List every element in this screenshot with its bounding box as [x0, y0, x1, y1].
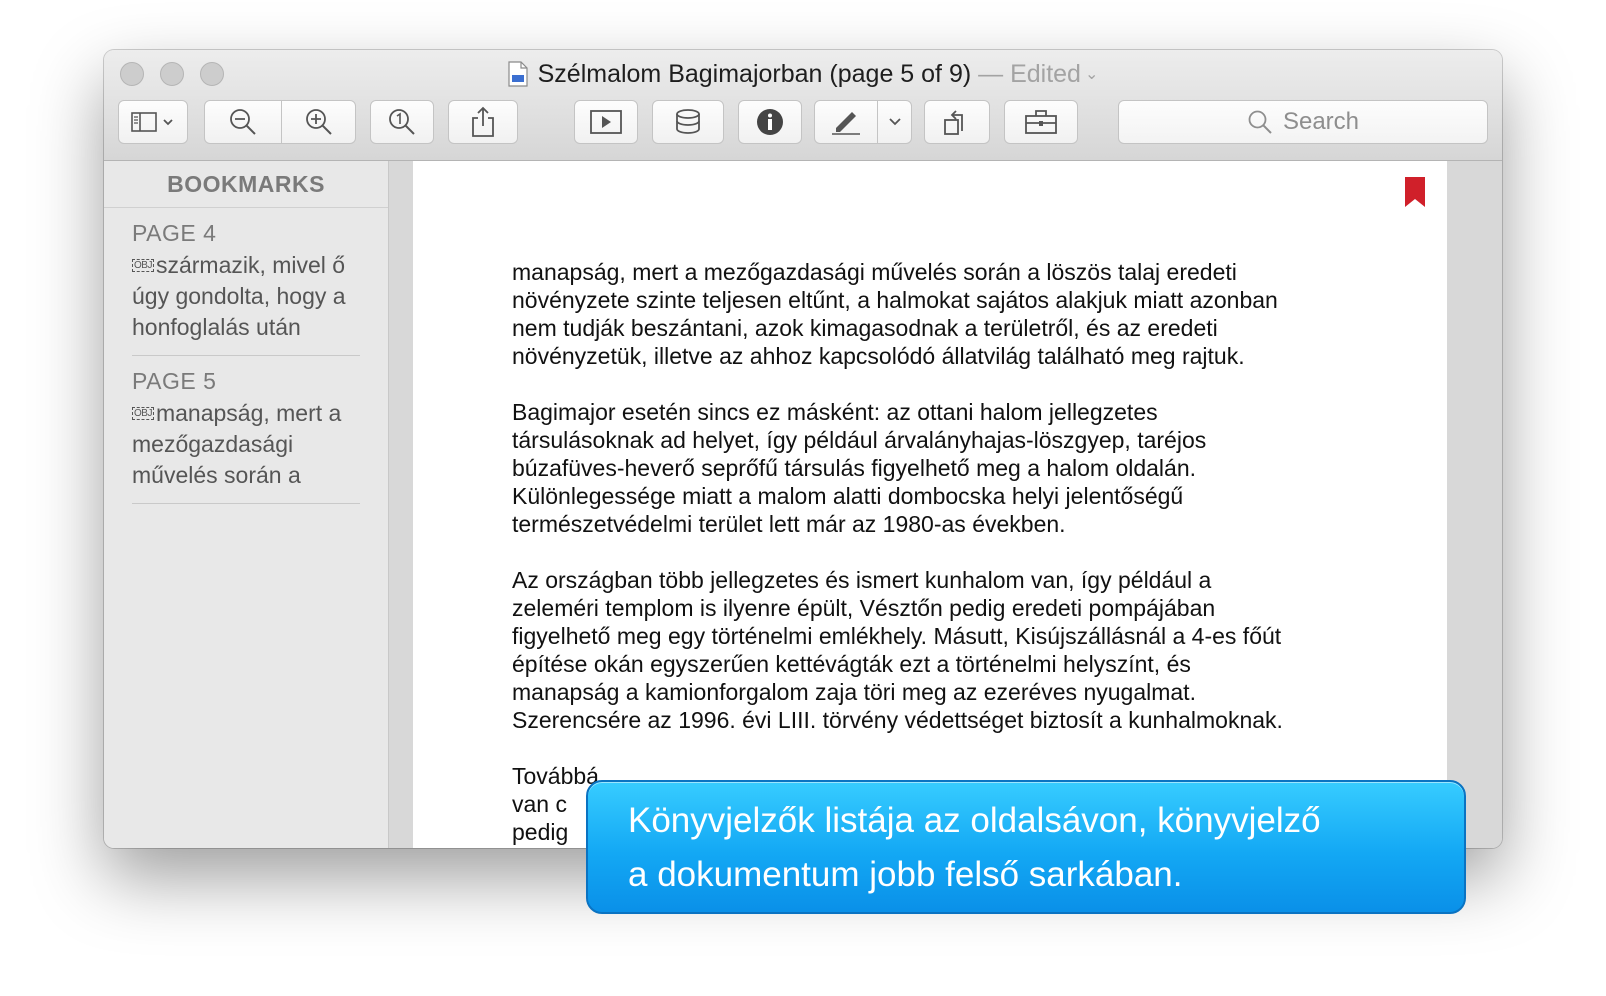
- paragraph: manapság, mert a mezőgazdasági művelés s…: [512, 259, 1278, 369]
- search-icon: [1248, 110, 1272, 134]
- bookmark-excerpt: OBJ manapság, mert a mezőgazdasági művelé…: [132, 400, 342, 488]
- zoom-out-icon: [230, 109, 256, 135]
- database-icon: [676, 109, 700, 134]
- bookmark-excerpt: OBJ származik, mivel ő úgy gondolta, hogy…: [132, 252, 346, 340]
- bookmark-ribbon-icon[interactable]: [1403, 177, 1427, 212]
- edited-status[interactable]: Edited: [1010, 60, 1081, 88]
- title-bar: Szélmalom Bagimajorban (page 5 of 9) — E…: [104, 50, 1502, 161]
- document-text: manapság, mert a mezőgazdasági művelés s…: [512, 258, 1372, 848]
- search-field[interactable]: Search: [1118, 100, 1488, 144]
- callout-line-1: Könyvjelzők listája az oldalsávon, könyv…: [628, 801, 1321, 840]
- title-menu-chevron-icon[interactable]: ⌄: [1085, 66, 1098, 83]
- document-view[interactable]: manapság, mert a mezőgazdasági művelés s…: [389, 161, 1502, 848]
- bookmarks-sidebar: BOOKMARKS PAGE 4 OBJ származik, mivel ő ú…: [104, 161, 389, 848]
- bookmark-item[interactable]: PAGE 4 OBJ származik, mivel ő úgy gondolt…: [132, 208, 360, 356]
- object-replacement-glyph: OBJ: [132, 259, 154, 272]
- share-icon: [472, 106, 494, 137]
- actual-size-button[interactable]: [370, 100, 434, 144]
- rotate-icon: [944, 110, 963, 135]
- tutorial-callout: Könyvjelzők listája az oldalsávon, könyv…: [586, 780, 1466, 914]
- zoom-in-icon: [306, 109, 332, 135]
- bookmark-page-label: PAGE 4: [132, 220, 217, 246]
- chevron-down-icon: [889, 118, 901, 126]
- title-text: Szélmalom Bagimajorban (page 5 of 9): [537, 60, 972, 88]
- bookmark-item[interactable]: PAGE 5 OBJ manapság, mert a mezőgazdasági…: [132, 356, 360, 504]
- inspector-button[interactable]: [738, 100, 802, 144]
- paragraph: Bagimajor esetén sincs ez másként: az ot…: [512, 399, 1207, 537]
- sidebar-icon: [131, 112, 173, 132]
- search-placeholder: Search: [1282, 108, 1360, 135]
- title-separator: —: [971, 60, 1011, 88]
- zoom-in-button[interactable]: [282, 101, 356, 143]
- zoom-control: [204, 100, 356, 144]
- markup-control: [814, 100, 912, 144]
- info-icon: [757, 109, 783, 135]
- markup-pen-icon: [832, 112, 860, 135]
- markup-menu-button[interactable]: [878, 101, 912, 143]
- document-page[interactable]: manapság, mert a mezőgazdasági művelés s…: [413, 161, 1447, 848]
- slideshow-icon: [590, 110, 622, 134]
- sidebar-view-button[interactable]: [118, 100, 188, 144]
- object-replacement-glyph: OBJ: [132, 407, 154, 420]
- toolbox-icon: [1025, 110, 1057, 134]
- toolbox-button[interactable]: [1004, 100, 1078, 144]
- pdf-document-icon: [508, 61, 528, 87]
- window-title: Szélmalom Bagimajorban (page 5 of 9) — E…: [104, 58, 1502, 91]
- share-button[interactable]: [448, 100, 518, 144]
- markup-button[interactable]: [815, 101, 877, 143]
- preview-window: Szélmalom Bagimajorban (page 5 of 9) — E…: [104, 50, 1502, 848]
- zoom-out-button[interactable]: [205, 101, 281, 143]
- paragraph: Az országban több jellegzetes és ismert …: [512, 567, 1283, 733]
- annotations-button[interactable]: [652, 100, 724, 144]
- callout-line-2: a dokumentum jobb felső sarkában.: [628, 855, 1183, 894]
- bookmarks-header: BOOKMARKS: [104, 161, 388, 208]
- slideshow-button[interactable]: [574, 100, 638, 144]
- bookmark-page-label: PAGE 5: [132, 368, 217, 394]
- rotate-button[interactable]: [924, 100, 990, 144]
- actual-size-icon: [389, 109, 415, 135]
